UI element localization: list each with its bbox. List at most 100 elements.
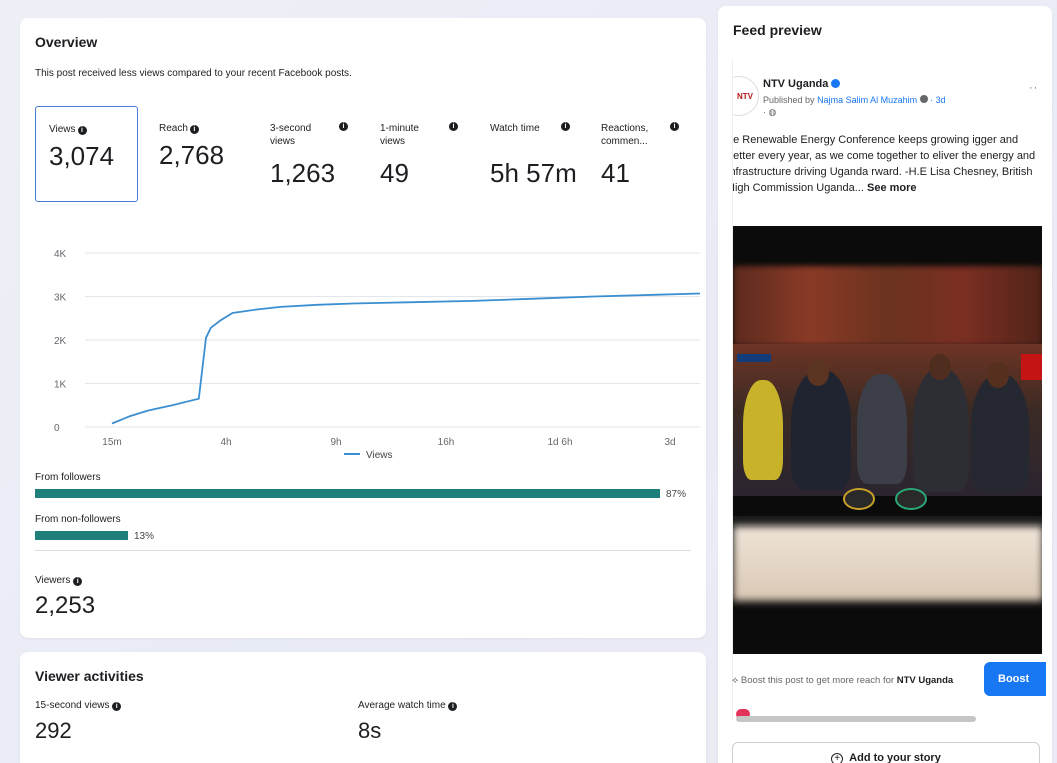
info-icon[interactable]: i bbox=[561, 122, 570, 131]
y-tick-label: 2K bbox=[54, 336, 67, 347]
y-tick-label: 3K bbox=[54, 293, 67, 304]
viewers-label: Viewers i bbox=[35, 575, 83, 586]
metric-label: Views bbox=[49, 124, 76, 135]
published-prefix: Published by bbox=[763, 95, 815, 105]
divider bbox=[35, 550, 691, 551]
metric-value: 2,768 bbox=[159, 140, 225, 170]
average-watch-time-value: 8s bbox=[358, 718, 382, 743]
x-tick-label: 15m bbox=[102, 437, 121, 448]
post-text: ne Renewable Energy Conference keeps gro… bbox=[733, 132, 1042, 196]
globe-icon: · ◍ bbox=[763, 107, 777, 117]
x-tick-label: 3d bbox=[664, 437, 675, 448]
metric-value: 5h 57m bbox=[490, 158, 577, 188]
video-face bbox=[929, 354, 951, 380]
overview-subtitle: This post received less views compared t… bbox=[35, 68, 352, 79]
y-tick-label: 1K bbox=[54, 380, 67, 391]
feed-preview-card: Feed preview NTV NTV Uganda Published by… bbox=[718, 6, 1052, 763]
va-label-text: Average watch time bbox=[358, 700, 446, 711]
va-label-text: 15-second views bbox=[35, 700, 110, 711]
info-icon[interactable]: i bbox=[189, 125, 199, 134]
video-figure bbox=[743, 380, 783, 480]
add-circle-icon: + bbox=[831, 752, 844, 763]
verified-badge-icon bbox=[831, 79, 841, 88]
viewer-activities-title: Viewer activities bbox=[35, 668, 144, 684]
info-icon[interactable]: i bbox=[449, 122, 458, 131]
average-watch-time-label: Average watch time i bbox=[358, 700, 458, 711]
metric-value: 41 bbox=[601, 158, 630, 188]
info-icon[interactable]: i bbox=[73, 577, 83, 586]
boost-text-prefix: Boost this post to get more reach for bbox=[740, 675, 895, 686]
info-icon[interactable]: i bbox=[77, 126, 87, 135]
from-non-followers-label: From non-followers bbox=[35, 514, 121, 525]
info-icon[interactable]: i bbox=[339, 122, 348, 131]
horizontal-scrollbar[interactable] bbox=[736, 716, 976, 722]
from-non-followers-percent: 13% bbox=[134, 531, 155, 542]
viewers-label-text: Viewers bbox=[35, 575, 71, 586]
metric-label: Reach bbox=[159, 123, 188, 134]
video-frame-blur bbox=[733, 526, 1042, 601]
from-followers-label: From followers bbox=[35, 472, 101, 483]
y-tick-label: 0 bbox=[54, 423, 60, 434]
more-options-icon[interactable]: ·· bbox=[1029, 82, 1038, 94]
video-emblem bbox=[843, 488, 875, 510]
x-tick-label: 4h bbox=[220, 437, 231, 448]
fifteen-second-views-value: 292 bbox=[35, 718, 72, 743]
from-non-followers-bar bbox=[35, 531, 128, 540]
metric-value: 49 bbox=[380, 158, 409, 188]
video-figure bbox=[971, 374, 1029, 492]
live-badge bbox=[1021, 354, 1042, 380]
overview-title: Overview bbox=[35, 34, 98, 50]
metric-reactions[interactable]: Reactions, commen... i 41 bbox=[588, 106, 700, 202]
page-name-text[interactable]: NTV Uganda bbox=[763, 78, 828, 90]
boost-text: ⟡ Boost this post to get more reach for … bbox=[732, 674, 972, 687]
video-figure bbox=[791, 370, 851, 490]
x-tick-label: 1d 6h bbox=[547, 437, 572, 448]
video-face bbox=[987, 362, 1009, 388]
add-to-story-button[interactable]: + Add to your story bbox=[732, 742, 1040, 763]
post-time[interactable]: · 3d bbox=[930, 95, 946, 105]
fifteen-second-views-label: 15-second views i bbox=[35, 700, 122, 711]
info-icon bbox=[919, 95, 928, 103]
video-player[interactable] bbox=[733, 226, 1042, 654]
metric-label: Reactions, commen... bbox=[601, 123, 649, 147]
chart-legend[interactable]: Views bbox=[344, 450, 393, 461]
metric-label: Watch time bbox=[490, 123, 540, 134]
post-preview[interactable]: NTV NTV Uganda Published by Najma Salim … bbox=[732, 60, 1042, 720]
author-link[interactable]: Najma Salim Al Muzahim bbox=[817, 95, 917, 105]
video-figure bbox=[857, 374, 907, 484]
metric-3-second-views[interactable]: 3-second views i 1,263 bbox=[257, 106, 357, 202]
see-more-link[interactable]: See more bbox=[867, 182, 917, 194]
video-banner bbox=[737, 354, 771, 362]
info-icon[interactable]: i bbox=[112, 702, 122, 711]
video-frame-main bbox=[733, 344, 1042, 496]
video-figure bbox=[913, 368, 969, 492]
published-by: Published by Najma Salim Al Muzahim · 3d… bbox=[763, 94, 1023, 118]
metric-views[interactable]: Views i 3,074 bbox=[35, 106, 138, 202]
legend-label-views: Views bbox=[366, 450, 393, 461]
video-frame-crowd bbox=[733, 266, 1042, 346]
x-tick-label: 9h bbox=[330, 437, 341, 448]
metric-reach[interactable]: Reach i 2,768 bbox=[146, 106, 246, 202]
metric-value: 1,263 bbox=[270, 158, 336, 188]
overview-card: Overview This post received less views c… bbox=[20, 18, 706, 638]
boost-button[interactable]: Boost bbox=[984, 662, 1046, 696]
viewers-value: 2,253 bbox=[35, 592, 96, 619]
boost-row: ⟡ Boost this post to get more reach for … bbox=[732, 662, 1046, 702]
info-icon[interactable]: i bbox=[448, 702, 458, 711]
metric-value: 3,074 bbox=[49, 141, 115, 171]
page-name[interactable]: NTV Uganda bbox=[763, 78, 841, 90]
ntv-logo[interactable]: NTV bbox=[733, 76, 759, 116]
metric-1-minute-views[interactable]: 1-minute views i 49 bbox=[367, 106, 467, 202]
y-tick-label: 4K bbox=[54, 249, 67, 260]
boost-icon: ⟡ bbox=[732, 675, 739, 686]
views-line-chart: 0 1K 2K 3K 4K 15m 4h 9h 16h 1d 6h 3d Views bbox=[54, 249, 700, 461]
video-ticker bbox=[733, 516, 1042, 526]
info-icon[interactable]: i bbox=[670, 122, 679, 131]
video-face bbox=[807, 360, 829, 386]
from-followers-bar bbox=[35, 489, 660, 498]
from-followers-percent: 87% bbox=[666, 489, 687, 500]
metric-watch-time[interactable]: Watch time i 5h 57m bbox=[477, 106, 587, 202]
boost-page-name: NTV Uganda bbox=[896, 675, 954, 686]
viewer-activities-card: Viewer activities 15-second views i 292 … bbox=[20, 652, 706, 763]
metric-label: 1-minute views bbox=[380, 123, 419, 147]
